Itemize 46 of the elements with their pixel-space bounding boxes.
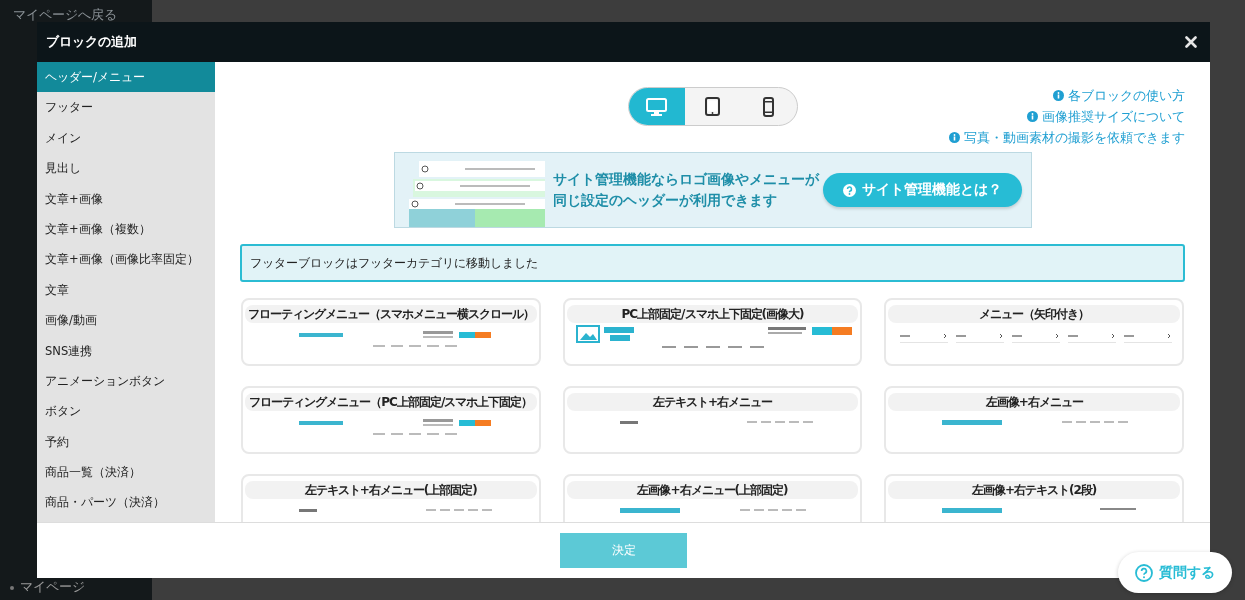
block-title: フローティングメニュー（スマホメニュー横スクロール）	[245, 305, 537, 323]
back-link[interactable]: マイページへ戻る	[13, 7, 117, 24]
category-item[interactable]: ヘッダー/メニュー	[37, 62, 215, 93]
block-card[interactable]: フローティングメニュー（PC上部固定/スマホ上下固定）	[241, 386, 541, 454]
category-item[interactable]: 文章+画像（画像比率固定）	[37, 244, 215, 275]
category-item[interactable]: 予約	[37, 426, 215, 458]
category-item[interactable]: ボタン	[37, 396, 215, 427]
block-card[interactable]: フローティングメニュー（スマホメニュー横スクロール）	[241, 298, 541, 366]
category-item[interactable]: 文章+画像	[37, 183, 215, 214]
category-item[interactable]: アニメーションボタン	[37, 365, 215, 397]
dialog-title: ブロックの追加	[46, 33, 137, 51]
monitor-icon	[646, 97, 667, 116]
block-card[interactable]: 左テキスト+右メニュー(上部固定)	[241, 474, 541, 522]
category-item[interactable]: 商品・パーツ（決済）	[37, 487, 215, 518]
category-item[interactable]: SNS連携	[37, 335, 215, 366]
block-title: 左画像+右メニュー(上部固定)	[566, 481, 859, 499]
block-title: PC上部固定/スマホ上下固定(画像大)	[566, 305, 859, 323]
block-title: メニュー（矢印付き）	[888, 305, 1180, 323]
block-card[interactable]: PC上部固定/スマホ上下固定(画像大)	[562, 298, 863, 366]
banner-text: サイト管理機能ならロゴ画像やメニューが 同じ設定のヘッダーが利用できます	[552, 170, 821, 210]
phone-icon	[763, 96, 774, 117]
question-icon	[842, 183, 856, 197]
category-item[interactable]: 画像/動画	[37, 305, 215, 336]
block-card[interactable]: 左テキスト+右メニュー	[562, 386, 863, 454]
tablet-icon	[705, 97, 720, 116]
info-icon	[1027, 111, 1038, 122]
block-title: 左画像+右テキスト(2段)	[888, 481, 1180, 499]
category-item[interactable]: 文章+画像（複数）	[37, 213, 215, 245]
block-card[interactable]: 左画像+右テキスト(2段)	[884, 474, 1184, 522]
notice-message: フッターブロックはフッターカテゴリに移動しました	[240, 244, 1185, 282]
category-item[interactable]: メイン	[37, 122, 215, 154]
question-icon	[1135, 563, 1153, 582]
category-item[interactable]: 商品一覧（決済）	[37, 457, 215, 488]
close-icon[interactable]	[1185, 36, 1197, 48]
info-icon	[949, 132, 960, 143]
category-item[interactable]: 見出し	[37, 153, 215, 184]
category-item[interactable]: 文章	[37, 274, 215, 306]
mypage-link[interactable]: マイページ	[20, 579, 85, 596]
info-icon	[1053, 90, 1064, 101]
block-title: 左画像+右メニュー	[888, 393, 1180, 411]
block-title: フローティングメニュー（PC上部固定/スマホ上下固定）	[245, 393, 537, 411]
block-title: 左テキスト+右メニュー	[566, 393, 859, 411]
category-item[interactable]: フッター	[37, 92, 215, 123]
block-card[interactable]: 左画像+右メニュー	[884, 386, 1184, 454]
block-title: 左テキスト+右メニュー(上部固定)	[245, 481, 537, 499]
block-card[interactable]: メニュー（矢印付き）	[884, 298, 1184, 366]
